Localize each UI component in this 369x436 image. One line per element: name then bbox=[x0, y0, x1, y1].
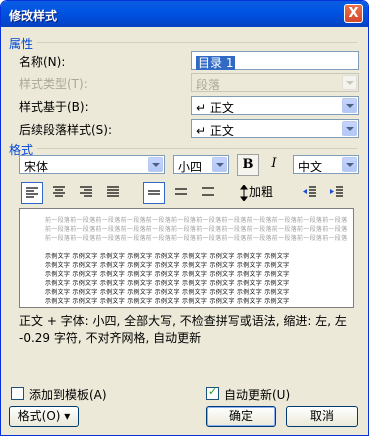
auto-update-checkbox[interactable] bbox=[206, 385, 219, 400]
chevron-down-icon bbox=[342, 75, 357, 90]
spacing-increase-button[interactable]: 加粗 bbox=[237, 182, 287, 204]
align-left-icon bbox=[26, 187, 38, 198]
align-center-button[interactable] bbox=[48, 182, 70, 204]
style-type-select: 段落 bbox=[191, 73, 359, 92]
close-button[interactable]: X bbox=[344, 4, 363, 23]
preview-prev-paragraph: 前一段落前一段落前一段落前一段落前一段落前一段落前一段落前一段落前一段落前一段落… bbox=[45, 217, 348, 224]
preview-sample-line: 示例文字 示例文字 示例文字 示例文字 示例文字 示例文字 示例文字 示例文字 … bbox=[45, 271, 290, 278]
style-type-label: 样式类型(T): bbox=[19, 77, 88, 91]
properties-section-title: 属性 bbox=[9, 37, 34, 51]
auto-update-label[interactable]: 自动更新(U) bbox=[224, 386, 290, 403]
next-style-label: 后续段落样式(S): bbox=[19, 123, 113, 137]
align-center-icon bbox=[53, 186, 65, 197]
chevron-down-icon[interactable] bbox=[212, 157, 227, 172]
style-type-value: 段落 bbox=[196, 78, 221, 92]
style-preview: 前一段落前一段落前一段落前一段落前一段落前一段落前一段落前一段落前一段落前一段落… bbox=[19, 208, 354, 308]
preview-sample-line: 示例文字 示例文字 示例文字 示例文字 示例文字 示例文字 示例文字 示例文字 … bbox=[45, 280, 290, 287]
script-value: 中文 bbox=[298, 160, 323, 174]
close-icon: X bbox=[348, 6, 359, 21]
double-spacing-icon bbox=[202, 187, 214, 196]
justify-button[interactable] bbox=[102, 182, 124, 204]
justify-icon bbox=[107, 186, 119, 197]
name-value: 目录 1 bbox=[196, 56, 236, 70]
preview-sample-line: 示例文字 示例文字 示例文字 示例文字 示例文字 示例文字 示例文字 示例文字 … bbox=[45, 253, 290, 260]
modify-style-dialog: 修改样式 X 属性 名称(N): 目录 1 样式类型(T): 段落 样式基于(B… bbox=[0, 0, 369, 436]
arrow-updown-icon bbox=[240, 183, 248, 202]
dialog-title: 修改样式 bbox=[9, 9, 58, 23]
format-menu-button[interactable]: 格式(O) ▾ bbox=[9, 406, 79, 427]
based-on-value: ↵ 正文 bbox=[196, 101, 234, 115]
preview-sample-line: 示例文字 示例文字 示例文字 示例文字 示例文字 示例文字 示例文字 示例文字 … bbox=[45, 298, 290, 305]
ok-button[interactable]: 确定 bbox=[206, 406, 276, 427]
add-to-template-label[interactable]: 添加到模板(A) bbox=[29, 386, 107, 403]
name-field[interactable]: 目录 1 bbox=[191, 51, 359, 70]
italic-button[interactable]: I bbox=[263, 154, 285, 176]
next-style-select[interactable]: ↵ 正文 bbox=[191, 119, 359, 138]
chevron-down-icon[interactable] bbox=[342, 121, 357, 136]
properties-divider bbox=[37, 42, 357, 43]
increase-indent-button[interactable] bbox=[326, 182, 348, 204]
indent-icon bbox=[330, 186, 343, 197]
based-on-select[interactable]: ↵ 正文 bbox=[191, 96, 359, 115]
font-size-select[interactable]: 小四 bbox=[173, 155, 229, 174]
next-style-value: ↵ 正文 bbox=[196, 124, 234, 138]
font-size-value: 小四 bbox=[178, 160, 203, 174]
chevron-down-icon[interactable] bbox=[342, 157, 357, 172]
font-select[interactable]: 宋体 bbox=[19, 155, 165, 174]
double-spacing-button[interactable] bbox=[197, 182, 219, 204]
bold-icon: B bbox=[242, 157, 254, 172]
outdent-icon bbox=[303, 186, 316, 197]
name-label: 名称(N): bbox=[19, 55, 66, 69]
italic-icon: I bbox=[271, 156, 277, 171]
preview-prev-paragraph: 前一段落前一段落前一段落前一段落前一段落前一段落前一段落前一段落前一段落前一段落… bbox=[45, 235, 348, 242]
preview-prev-paragraph: 前一段落前一段落前一段落前一段落前一段落前一段落前一段落前一段落前一段落前一段落… bbox=[45, 226, 348, 233]
one-half-spacing-button[interactable] bbox=[170, 182, 192, 204]
based-on-label: 样式基于(B): bbox=[19, 100, 89, 114]
single-spacing-icon bbox=[148, 190, 160, 195]
font-value: 宋体 bbox=[24, 160, 49, 174]
align-left-button[interactable] bbox=[21, 182, 43, 204]
preview-sample-line: 示例文字 示例文字 示例文字 示例文字 示例文字 示例文字 示例文字 示例文字 … bbox=[45, 289, 290, 296]
chevron-down-icon[interactable] bbox=[148, 157, 163, 172]
single-spacing-button[interactable] bbox=[143, 182, 165, 204]
align-right-button[interactable] bbox=[75, 182, 97, 204]
add-to-template-checkbox[interactable] bbox=[11, 387, 24, 400]
decrease-indent-button[interactable] bbox=[299, 182, 321, 204]
cancel-button[interactable]: 取消 bbox=[286, 406, 358, 427]
format-divider bbox=[37, 148, 357, 149]
align-right-icon bbox=[80, 186, 92, 197]
preview-sample-line: 示例文字 示例文字 示例文字 示例文字 示例文字 示例文字 示例文字 示例文字 … bbox=[45, 262, 290, 269]
script-select[interactable]: 中文 bbox=[293, 155, 359, 174]
style-description: 正文 + 字体: 小四, 全部大写, 不检查拼写或语法, 缩进: 左, 左 -0… bbox=[19, 314, 347, 345]
one-half-spacing-icon bbox=[175, 188, 187, 195]
bold-button[interactable]: B bbox=[237, 154, 259, 176]
chevron-down-icon[interactable] bbox=[342, 98, 357, 113]
spacing-button-label: 加粗 bbox=[249, 185, 274, 199]
title-bar[interactable]: 修改样式 X bbox=[1, 1, 368, 27]
